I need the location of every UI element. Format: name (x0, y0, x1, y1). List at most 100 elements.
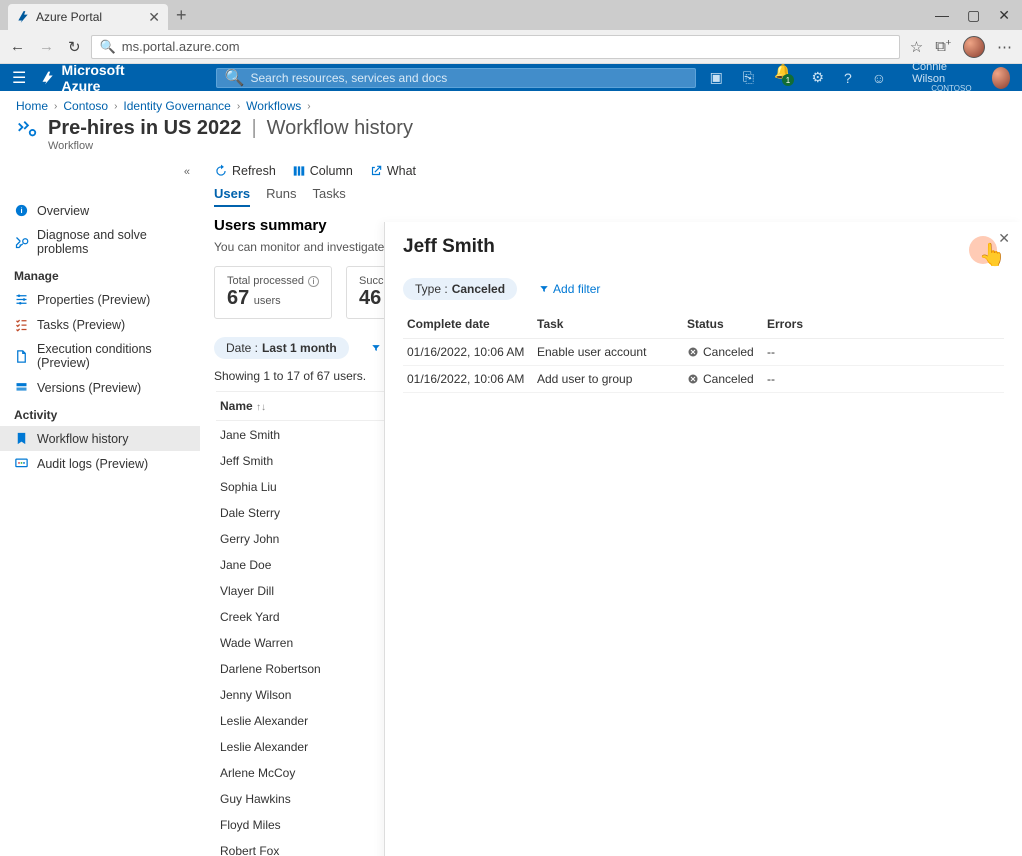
browser-tab[interactable]: Azure Portal ✕ (8, 4, 168, 30)
page-title-row: Pre-hires in US 2022 | Workflow history (0, 113, 1022, 140)
azure-top-bar: ☰ Microsoft Azure 🔍 ▣ ⎘ 🔔1 ⚙ ? ☺ Connie … (0, 64, 1022, 91)
date-filter-key: Date : (226, 341, 258, 355)
tab-tasks[interactable]: Tasks (313, 186, 346, 207)
favorite-icon[interactable]: ☆ (910, 38, 923, 56)
cloud-shell-icon[interactable]: ▣ (710, 69, 723, 86)
forward-icon[interactable]: → (39, 38, 54, 56)
cell-task: Add user to group (533, 366, 683, 393)
breadcrumb-workflows[interactable]: Workflows (246, 99, 301, 113)
sidebar-item-tasks-preview-[interactable]: Tasks (Preview) (0, 312, 200, 337)
close-flyout-icon[interactable]: ✕ (998, 230, 1010, 247)
tenant-name: CONTOSO (931, 85, 971, 94)
cell-complete: 01/16/2022, 10:06 AM (403, 366, 533, 393)
profile-avatar-icon[interactable] (963, 36, 985, 58)
breadcrumb-contoso[interactable]: Contoso (63, 99, 108, 113)
sliders-icon (14, 292, 29, 307)
whatif-button[interactable]: What (369, 164, 416, 178)
sidebar-section-manage: Manage (0, 261, 200, 287)
page-subtitle: Workflow (0, 140, 1022, 158)
help-icon[interactable]: ? (844, 70, 852, 86)
type-filter-pill[interactable]: Type : Canceled (403, 278, 517, 300)
breadcrumb-identity-governance[interactable]: Identity Governance (123, 99, 230, 113)
global-search-input[interactable] (250, 71, 686, 85)
sidebar-item-audit-logs-preview-[interactable]: Audit logs (Preview) (0, 451, 200, 476)
more-icon[interactable]: ⋯ (997, 38, 1012, 56)
type-filter-value: Canceled (452, 282, 505, 296)
flyout-title: Jeff Smith (403, 236, 1004, 258)
sidebar-item-properties-preview-[interactable]: Properties (Preview) (0, 287, 200, 312)
date-filter-pill[interactable]: Date : Last 1 month (214, 337, 349, 359)
collapse-sidebar-icon[interactable]: « (184, 166, 190, 178)
refresh-icon[interactable]: ↻ (68, 38, 81, 56)
tab-title: Azure Portal (36, 10, 142, 24)
column-button[interactable]: Column (292, 164, 353, 178)
title-separator: | (251, 117, 256, 140)
subtabs: Users Runs Tasks (214, 186, 1008, 207)
fly-col-task[interactable]: Task (533, 310, 683, 339)
tab-runs[interactable]: Runs (266, 186, 296, 207)
directory-switch-icon[interactable]: ⎘ (743, 69, 754, 86)
user-avatar-icon[interactable] (992, 67, 1010, 89)
azure-brand[interactable]: Microsoft Azure (40, 62, 161, 94)
sidebar-item-label: Versions (Preview) (37, 381, 141, 395)
checklist-icon (14, 317, 29, 332)
column-label: Column (310, 164, 353, 178)
global-search[interactable]: 🔍 (216, 68, 696, 88)
tab-users[interactable]: Users (214, 186, 250, 207)
page-title: Pre-hires in US 2022 (48, 117, 241, 140)
chevron-right-icon: › (237, 101, 240, 112)
flyout-add-filter-button[interactable]: Add filter (527, 278, 612, 300)
refresh-button[interactable]: Refresh (214, 164, 276, 178)
external-link-icon (369, 164, 383, 178)
sidebar-item-overview[interactable]: iOverview (0, 198, 200, 223)
flyout-row[interactable]: 01/16/2022, 10:06 AMAdd user to groupCan… (403, 366, 1004, 393)
maximize-icon[interactable]: ▢ (967, 7, 980, 24)
canceled-icon (687, 373, 699, 385)
minimize-icon[interactable]: — (935, 7, 949, 24)
sidebar-item-label: Overview (37, 204, 89, 218)
settings-icon[interactable]: ⚙ (811, 69, 824, 86)
card-unit: users (254, 295, 281, 307)
fly-col-status[interactable]: Status (683, 310, 763, 339)
new-tab-button[interactable]: + (168, 5, 195, 26)
sort-icon: ↑↓ (256, 402, 266, 413)
breadcrumb-home[interactable]: Home (16, 99, 48, 113)
fly-col-errors[interactable]: Errors (763, 310, 1004, 339)
close-window-icon[interactable]: ✕ (998, 7, 1010, 24)
sidebar-item-execution-conditions-preview-[interactable]: Execution conditions (Preview) (0, 337, 200, 375)
sidebar-item-label: Workflow history (37, 432, 128, 446)
sidebar-item-diagnose-and-solve-problems[interactable]: Diagnose and solve problems (0, 223, 200, 261)
azure-user[interactable]: Connie Wilson CONTOSO (912, 61, 971, 94)
columns-icon (292, 164, 306, 178)
sidebar: « iOverviewDiagnose and solve problems M… (0, 158, 200, 856)
info-icon[interactable]: i (308, 276, 319, 287)
flyout-table: Complete date Task Status Errors 01/16/2… (403, 310, 1004, 393)
sidebar-item-label: Audit logs (Preview) (37, 457, 148, 471)
refresh-icon (214, 164, 228, 178)
url-field[interactable]: 🔍 ms.portal.azure.com (91, 35, 900, 59)
chevron-right-icon: › (54, 101, 57, 112)
workflow-icon (16, 118, 38, 140)
card-value: 46 (359, 287, 381, 309)
bookmark-icon (14, 431, 29, 446)
refresh-label: Refresh (232, 164, 276, 178)
menu-icon[interactable]: ☰ (12, 68, 26, 88)
fly-col-complete[interactable]: Complete date (403, 310, 533, 339)
whatif-label: What (387, 164, 416, 178)
back-icon[interactable]: ← (10, 38, 25, 56)
cell-status: Canceled (683, 339, 763, 366)
sidebar-item-versions-preview-[interactable]: Versions (Preview) (0, 375, 200, 400)
collections-icon[interactable]: ⧉⁺ (935, 38, 951, 55)
tab-close-icon[interactable]: ✕ (148, 9, 160, 26)
stack-icon (14, 380, 29, 395)
feedback-icon[interactable]: ☺ (872, 70, 886, 86)
azure-favicon-icon (16, 10, 30, 24)
canceled-icon (687, 346, 699, 358)
search-glyph-icon: 🔍 (100, 39, 116, 55)
sidebar-item-workflow-history[interactable]: Workflow history (0, 426, 200, 451)
window-controls: — ▢ ✕ (935, 7, 1022, 24)
flyout-row[interactable]: 01/16/2022, 10:06 AMEnable user accountC… (403, 339, 1004, 366)
notifications-icon[interactable]: 🔔1 (774, 63, 791, 92)
detail-flyout: ✕ 👆 Jeff Smith Type : Canceled Add filte… (384, 222, 1022, 856)
url-text: ms.portal.azure.com (122, 39, 240, 54)
